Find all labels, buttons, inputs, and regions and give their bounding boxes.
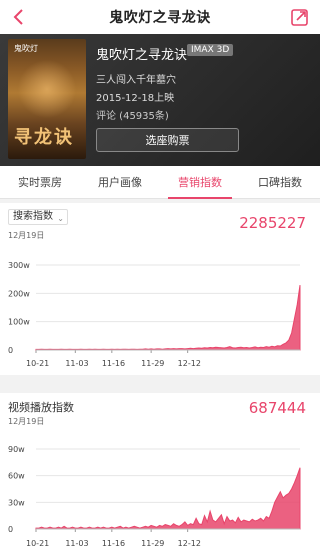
- poster-title-text: 寻龙诀: [14, 127, 74, 148]
- movie-title: 鬼吹灯之寻龙诀: [96, 48, 188, 63]
- index-type-select[interactable]: 搜索指数 ⌄: [8, 209, 68, 225]
- x-tick-label: 11-16: [102, 539, 125, 548]
- y-tick-label: 90w: [8, 445, 25, 454]
- video-index-card: 视频播放指数 12月19日 687444 90w 60w 30w 0 10-21 11-0…: [0, 393, 320, 553]
- tab-word-of-mouth[interactable]: 口碑指数: [240, 166, 320, 198]
- chevron-down-icon: ⌄: [57, 214, 64, 223]
- date-label: 12月19日: [8, 417, 45, 426]
- x-tick-label: 10-21: [26, 539, 49, 548]
- y-tick-label: 200w: [8, 289, 30, 298]
- tab-realtime-box-office[interactable]: 实时票房: [0, 166, 80, 198]
- area-series: [35, 285, 301, 351]
- x-tick-label: 12-12: [178, 359, 201, 368]
- y-tick-label: 100w: [8, 318, 30, 327]
- search-index-chart: 300w 200w 100w 0 10-21 11-03 11-16 11-29 12-12: [8, 261, 301, 368]
- x-tick-label: 10-21: [26, 359, 49, 368]
- format-badge: IMAX 3D: [187, 44, 234, 56]
- select-label: 搜索指数: [13, 211, 53, 222]
- card-title: 视频播放指数: [8, 401, 74, 414]
- y-tick-label: 300w: [8, 261, 30, 270]
- date-label: 12月19日: [8, 231, 45, 240]
- buy-ticket-button[interactable]: 选座购票: [96, 128, 239, 152]
- x-tick-label: 11-29: [141, 539, 164, 548]
- review-count[interactable]: 评论 (45935条): [96, 107, 169, 122]
- tab-marketing-index[interactable]: 营销指数: [160, 166, 240, 199]
- release-date: 2015-12-18上映: [96, 93, 175, 104]
- index-value: 2285227: [239, 214, 306, 232]
- page-title: 鬼吹灯之寻龙诀: [109, 10, 211, 26]
- search-index-card: 搜索指数 ⌄ 12月19日 2285227 300w 200w 100w 0 10-21…: [0, 203, 320, 375]
- y-tick-label: 60w: [8, 472, 25, 481]
- share-icon[interactable]: [290, 7, 310, 27]
- area-series: [35, 467, 301, 530]
- y-tick-label: 30w: [8, 498, 25, 507]
- back-arrow-icon[interactable]: [8, 6, 30, 28]
- tab-bar: 实时票房 用户画像 营销指数 口碑指数: [0, 166, 320, 199]
- x-tick-label: 12-12: [178, 539, 201, 548]
- movie-header: 鬼吹灯 寻龙诀 鬼吹灯之寻龙诀 IMAX 3D 三人闯入千年墓穴 2015-12…: [0, 34, 320, 166]
- x-tick-label: 11-03: [65, 359, 88, 368]
- top-bar: 鬼吹灯之寻龙诀: [0, 0, 320, 34]
- tab-user-profile[interactable]: 用户画像: [80, 166, 160, 198]
- movie-poster: 鬼吹灯 寻龙诀: [8, 39, 86, 159]
- video-index-chart: 90w 60w 30w 0 10-21 11-03 11-16 11-29 12-12: [8, 445, 301, 548]
- poster-top-text: 鬼吹灯: [14, 44, 38, 53]
- x-tick-label: 11-29: [141, 359, 164, 368]
- x-tick-label: 11-03: [65, 539, 88, 548]
- y-tick-label: 0: [8, 346, 13, 355]
- movie-tagline: 三人闯入千年墓穴: [96, 75, 176, 86]
- y-tick-label: 0: [8, 525, 13, 534]
- index-value: 687444: [248, 399, 306, 417]
- x-tick-label: 11-16: [102, 359, 125, 368]
